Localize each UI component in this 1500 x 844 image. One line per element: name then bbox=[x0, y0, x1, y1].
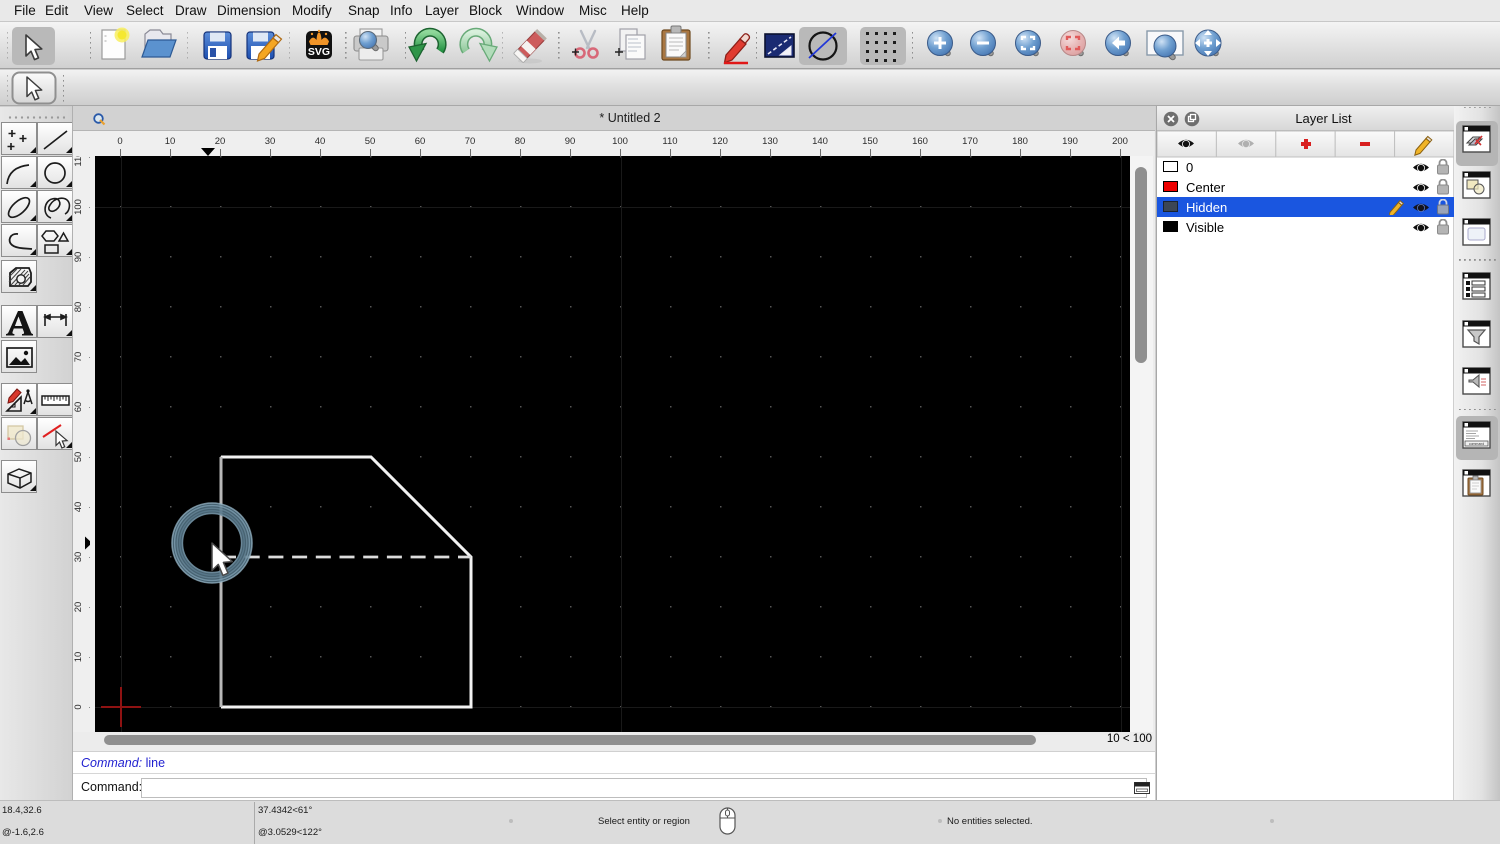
svg-text:140: 140 bbox=[812, 136, 828, 147]
svg-text:40: 40 bbox=[73, 502, 84, 513]
svg-text:170: 170 bbox=[962, 136, 978, 147]
svg-text:190: 190 bbox=[1062, 136, 1078, 147]
svg-text:SVG: SVG bbox=[308, 46, 330, 58]
svg-text:90: 90 bbox=[565, 136, 576, 147]
svg-text:30: 30 bbox=[265, 136, 276, 147]
svg-text:40: 40 bbox=[315, 136, 326, 147]
svg-text:50: 50 bbox=[73, 452, 84, 463]
svg-text:20: 20 bbox=[215, 136, 226, 147]
svg-text:10: 10 bbox=[165, 136, 176, 147]
svg-text:command: command bbox=[1469, 442, 1484, 446]
svg-text:50: 50 bbox=[365, 136, 376, 147]
svg-text:90: 90 bbox=[73, 252, 84, 263]
svg-text:180: 180 bbox=[1012, 136, 1028, 147]
svg-text:80: 80 bbox=[515, 136, 526, 147]
svg-text:200: 200 bbox=[1112, 136, 1128, 147]
svg-text:0: 0 bbox=[73, 704, 84, 709]
svg-text:0: 0 bbox=[117, 136, 122, 147]
svg-text:120: 120 bbox=[712, 136, 728, 147]
svg-text:30: 30 bbox=[73, 552, 84, 563]
svg-text:100: 100 bbox=[612, 136, 628, 147]
svg-text:60: 60 bbox=[73, 402, 84, 413]
svg-text:100: 100 bbox=[73, 199, 84, 215]
svg-text:70: 70 bbox=[465, 136, 476, 147]
svg-text:110: 110 bbox=[73, 156, 84, 167]
svg-text:150: 150 bbox=[862, 136, 878, 147]
svg-text:20: 20 bbox=[73, 602, 84, 613]
svg-text:70: 70 bbox=[73, 352, 84, 363]
svg-text:10: 10 bbox=[73, 652, 84, 663]
svg-text:60: 60 bbox=[415, 136, 426, 147]
svg-text:130: 130 bbox=[762, 136, 778, 147]
svg-text:80: 80 bbox=[73, 302, 84, 313]
svg-text:160: 160 bbox=[912, 136, 928, 147]
svg-text:110: 110 bbox=[662, 136, 677, 147]
